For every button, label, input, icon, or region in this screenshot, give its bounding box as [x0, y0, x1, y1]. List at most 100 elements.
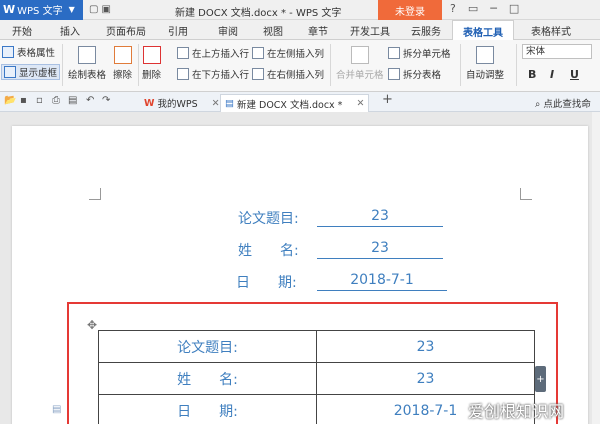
- minimize-icon[interactable]: ─: [490, 2, 497, 15]
- field-value[interactable]: 2018-7-1: [317, 272, 447, 291]
- close-icon[interactable]: ✕: [212, 98, 220, 109]
- field-label: 日 期:: [236, 275, 297, 291]
- insert-row-above-button[interactable]: 在上方插入行: [177, 46, 249, 60]
- split-cells-button[interactable]: 拆分单元格: [388, 46, 451, 60]
- field-value[interactable]: 23: [317, 208, 443, 227]
- open-icon[interactable]: 📂: [4, 95, 16, 106]
- show-gridlines-button[interactable]: 显示虚框: [1, 64, 61, 80]
- doc-tab-my-wps[interactable]: W 我的WPS ✕: [140, 94, 224, 112]
- insert-below-label: 在下方插入行: [192, 70, 250, 81]
- login-button[interactable]: 未登录: [378, 0, 442, 20]
- merge-cells-label: 合并单元格: [336, 70, 384, 81]
- table-props-label: 表格属性: [17, 48, 56, 59]
- gridlines-icon: [4, 66, 16, 78]
- tab-review[interactable]: 审阅: [210, 20, 246, 40]
- maximize-icon[interactable]: □: [509, 2, 519, 15]
- tab-developer[interactable]: 开发工具: [342, 20, 398, 40]
- tab-start[interactable]: 开始: [2, 20, 42, 40]
- table-row: 论文题目: 23: [98, 330, 535, 363]
- tab-table-tools[interactable]: 表格工具: [452, 20, 514, 41]
- print-icon[interactable]: ⎙: [52, 95, 60, 106]
- document-icon: ▤: [225, 98, 234, 109]
- app-menu-button[interactable]: W WPS 文字 ▼: [0, 0, 83, 20]
- draw-table-button[interactable]: 绘制表格: [68, 46, 106, 81]
- merge-cells-button[interactable]: 合并单元格: [336, 46, 384, 81]
- margin-mark: [89, 188, 101, 200]
- save-icon[interactable]: ▪: [20, 95, 27, 106]
- erase-button[interactable]: 擦除: [113, 46, 132, 81]
- undo-icon[interactable]: ↶: [86, 95, 94, 106]
- insert-right-label: 在右侧插入列: [267, 70, 325, 81]
- insert-above-label: 在上方插入行: [192, 49, 250, 60]
- tab-table-styles[interactable]: 表格样式: [520, 20, 582, 40]
- field-value[interactable]: 23: [317, 240, 443, 259]
- table-props-button[interactable]: 表格属性: [2, 45, 55, 59]
- tab-cloud[interactable]: 云服务: [404, 20, 448, 40]
- tab-chapter[interactable]: 章节: [300, 20, 336, 40]
- delete-table-icon: [142, 46, 161, 64]
- doc-tab-current[interactable]: ▤ 新建 DOCX 文档.docx * ✕: [220, 94, 370, 112]
- wps-logo-icon: W: [144, 97, 155, 109]
- insert-row-below-button[interactable]: 在下方插入行: [177, 67, 249, 81]
- auto-adjust-icon: [476, 46, 494, 64]
- tab-page-layout[interactable]: 页面布局: [100, 20, 152, 40]
- split-cells-label: 拆分单元格: [403, 49, 451, 60]
- tab-references[interactable]: 引用: [160, 20, 196, 40]
- delete-button[interactable]: 删除: [142, 46, 161, 81]
- insert-col-right-button[interactable]: 在右侧插入列: [252, 67, 324, 81]
- paragraph-marker-icon: ▤: [52, 404, 62, 415]
- redo-icon[interactable]: ↷: [102, 95, 110, 106]
- table-cell-label[interactable]: 论文题目:: [98, 330, 317, 363]
- close-icon[interactable]: ✕: [356, 98, 364, 109]
- merge-cells-icon: [350, 46, 369, 64]
- erase-label: 擦除: [113, 70, 133, 81]
- export-pdf-icon[interactable]: ▫: [36, 95, 43, 106]
- wps-logo-icon: W: [3, 3, 16, 16]
- current-doc-label: 新建 DOCX 文档.docx *: [236, 99, 343, 111]
- ribbon-tabs: 开始 插入 页面布局 引用 审阅 视图 章节 开发工具 云服务 表格工具 表格样…: [0, 20, 600, 41]
- insert-left-label: 在左侧插入列: [267, 49, 325, 60]
- table-cell-value[interactable]: 23: [316, 330, 535, 363]
- split-table-button[interactable]: 拆分表格: [388, 67, 441, 81]
- field-label: 论文题目:: [238, 211, 299, 227]
- table-cell-label[interactable]: 姓 名:: [98, 362, 317, 395]
- title-bar: W WPS 文字 ▼ ▢ ▣ 新建 DOCX 文档.docx * - WPS 文…: [0, 0, 600, 20]
- auto-adjust-label: 自动调整: [466, 70, 505, 81]
- restore-icon[interactable]: ▭: [468, 2, 478, 15]
- search-icon: ⌕: [535, 99, 541, 110]
- draw-table-label: 绘制表格: [68, 70, 107, 81]
- insert-col-left-icon: [252, 47, 264, 59]
- margin-mark: [520, 188, 532, 200]
- preview-icon[interactable]: ▤: [68, 95, 77, 106]
- delete-label: 删除: [142, 70, 162, 81]
- help-icon[interactable]: ?: [450, 2, 456, 15]
- tab-insert[interactable]: 插入: [52, 20, 88, 40]
- chevron-down-icon: ▼: [68, 5, 75, 14]
- new-doc-icon[interactable]: ▢: [89, 4, 98, 15]
- insert-row-below-icon: [177, 68, 189, 80]
- app-name: WPS 文字: [17, 6, 63, 17]
- table-cell-value[interactable]: 23: [316, 362, 535, 395]
- add-row-icon[interactable]: +: [535, 366, 546, 392]
- eraser-icon: [113, 46, 132, 64]
- table-move-icon[interactable]: ✥: [87, 318, 97, 332]
- draw-table-icon: [78, 46, 96, 64]
- insert-col-right-icon: [252, 68, 264, 80]
- new-tab-icon[interactable]: +: [382, 92, 393, 107]
- auto-adjust-button[interactable]: 自动调整: [466, 46, 504, 81]
- font-select[interactable]: 宋体: [522, 44, 592, 59]
- bold-button[interactable]: B: [528, 68, 536, 81]
- split-table-icon: [388, 68, 400, 80]
- field-label: 姓 名:: [238, 243, 299, 259]
- window-title: 新建 DOCX 文档.docx * - WPS 文字: [175, 8, 342, 19]
- insert-row-above-icon: [177, 47, 189, 59]
- insert-col-left-button[interactable]: 在左侧插入列: [252, 46, 324, 60]
- split-cells-icon: [388, 47, 400, 59]
- tab-view[interactable]: 视图: [255, 20, 291, 40]
- open-folder-icon[interactable]: ▣: [101, 4, 110, 15]
- table-props-icon: [2, 46, 14, 58]
- vertical-scrollbar[interactable]: [592, 112, 600, 424]
- underline-button[interactable]: U: [570, 68, 579, 81]
- table-cell-label[interactable]: 日 期:: [98, 394, 317, 424]
- italic-button[interactable]: I: [550, 68, 554, 81]
